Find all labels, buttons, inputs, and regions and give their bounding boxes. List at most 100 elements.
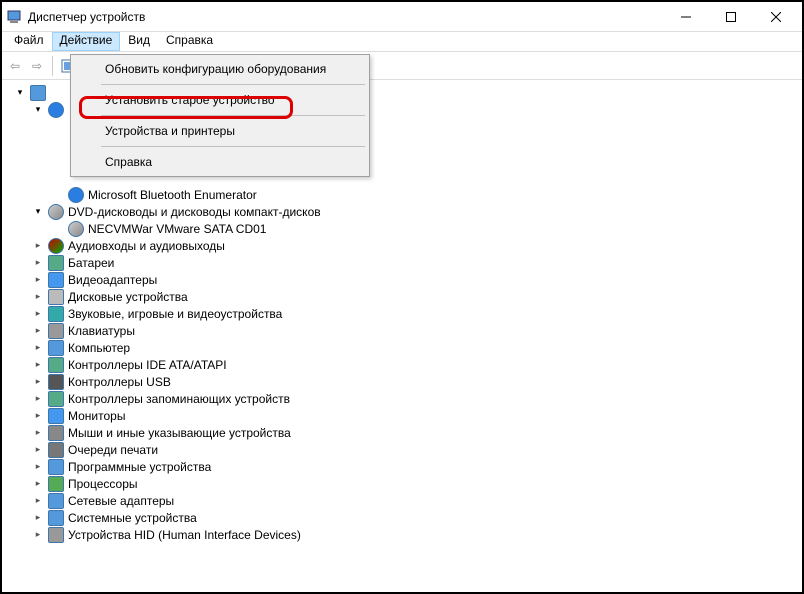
tree-label: NECVMWar VMware SATA CD01: [88, 222, 266, 236]
tree-node-computer[interactable]: ▸ Компьютер: [10, 339, 794, 356]
tree-label: Программные устройства: [68, 460, 211, 474]
menu-action[interactable]: Действие: [52, 32, 121, 51]
chevron-right-icon[interactable]: ▸: [32, 410, 44, 422]
dvd-icon: [68, 221, 84, 237]
chevron-right-icon[interactable]: ▸: [32, 529, 44, 541]
tree-node-storage[interactable]: ▸ Контроллеры запоминающих устройств: [10, 390, 794, 407]
window-controls: [663, 2, 798, 32]
tree-node-keyboard[interactable]: ▸ Клавиатуры: [10, 322, 794, 339]
monitor-icon: [48, 408, 64, 424]
tree-node-sound[interactable]: ▸ Звуковые, игровые и видеоустройства: [10, 305, 794, 322]
chevron-right-icon[interactable]: ▸: [32, 325, 44, 337]
battery-icon: [48, 255, 64, 271]
dd-devices-printers[interactable]: Устройства и принтеры: [71, 119, 369, 143]
tree-label: Мониторы: [68, 409, 125, 423]
maximize-button[interactable]: [708, 2, 753, 32]
audio-icon: [48, 238, 64, 254]
tree-label: Контроллеры запоминающих устройств: [68, 392, 290, 406]
dropdown-separator: [101, 115, 365, 116]
tree-item-dvd-child[interactable]: NECVMWar VMware SATA CD01: [10, 220, 794, 237]
tree-label: Устройства HID (Human Interface Devices): [68, 528, 301, 542]
dd-install-legacy[interactable]: Установить старое устройство: [71, 88, 369, 112]
minimize-button[interactable]: [663, 2, 708, 32]
chevron-right-icon[interactable]: ▸: [32, 478, 44, 490]
tree-label: Звуковые, игровые и видеоустройства: [68, 307, 282, 321]
tree-label: Системные устройства: [68, 511, 197, 525]
chevron-right-icon[interactable]: ▸: [32, 461, 44, 473]
tree-label: Контроллеры USB: [68, 375, 171, 389]
tree-label: Дисковые устройства: [68, 290, 188, 304]
tree-node-monitor[interactable]: ▸ Мониторы: [10, 407, 794, 424]
tree-label: Сетевые адаптеры: [68, 494, 174, 508]
software-icon: [48, 459, 64, 475]
chevron-right-icon[interactable]: ▸: [32, 257, 44, 269]
chevron-right-icon[interactable]: ▸: [32, 359, 44, 371]
device-manager-icon: [6, 9, 22, 25]
chevron-right-icon[interactable]: ▸: [32, 495, 44, 507]
chevron-right-icon[interactable]: ▸: [32, 444, 44, 456]
dropdown-separator: [101, 84, 365, 85]
bluetooth-icon: [68, 187, 84, 203]
network-icon: [48, 493, 64, 509]
cpu-icon: [48, 476, 64, 492]
tree-node-mouse[interactable]: ▸ Мыши и иные указывающие устройства: [10, 424, 794, 441]
tree-node-video[interactable]: ▸ Видеоадаптеры: [10, 271, 794, 288]
tree-node-print[interactable]: ▸ Очереди печати: [10, 441, 794, 458]
tree-label: Компьютер: [68, 341, 130, 355]
dvd-icon: [48, 204, 64, 220]
close-button[interactable]: [753, 2, 798, 32]
usb-icon: [48, 374, 64, 390]
menu-file[interactable]: Файл: [6, 32, 52, 51]
action-dropdown: Обновить конфигурацию оборудования Устан…: [70, 54, 370, 177]
storage-icon: [48, 391, 64, 407]
tree-node-battery[interactable]: ▸ Батареи: [10, 254, 794, 271]
menu-help[interactable]: Справка: [158, 32, 221, 51]
tree-label: Клавиатуры: [68, 324, 135, 338]
chevron-right-icon[interactable]: ▸: [32, 342, 44, 354]
menu-view[interactable]: Вид: [120, 32, 158, 51]
tree-node-hid[interactable]: ▸ Устройства HID (Human Interface Device…: [10, 526, 794, 543]
sound-icon: [48, 306, 64, 322]
tree-node-disks[interactable]: ▸ Дисковые устройства: [10, 288, 794, 305]
tree-label: Мыши и иные указывающие устройства: [68, 426, 291, 440]
hid-icon: [48, 527, 64, 543]
chevron-right-icon[interactable]: ▸: [32, 512, 44, 524]
tree-item-bt-enum[interactable]: Microsoft Bluetooth Enumerator: [10, 186, 794, 203]
chevron-right-icon[interactable]: ▸: [32, 308, 44, 320]
chevron-right-icon[interactable]: ▸: [32, 393, 44, 405]
disk-icon: [48, 289, 64, 305]
titlebar: Диспетчер устройств: [2, 2, 802, 32]
tree-node-software[interactable]: ▸ Программные устройства: [10, 458, 794, 475]
chevron-down-icon[interactable]: ▾: [14, 87, 26, 99]
chevron-down-icon[interactable]: ▾: [32, 206, 44, 218]
tree-node-usb[interactable]: ▸ Контроллеры USB: [10, 373, 794, 390]
tree-node-system[interactable]: ▸ Системные устройства: [10, 509, 794, 526]
chevron-right-icon[interactable]: ▸: [32, 427, 44, 439]
dd-help[interactable]: Справка: [71, 150, 369, 174]
tree-node-audio[interactable]: ▸ Аудиовходы и аудиовыходы: [10, 237, 794, 254]
tree-node-cpu[interactable]: ▸ Процессоры: [10, 475, 794, 492]
tree-node-network[interactable]: ▸ Сетевые адаптеры: [10, 492, 794, 509]
chevron-right-icon[interactable]: ▸: [32, 376, 44, 388]
back-icon[interactable]: ⇦: [6, 57, 24, 75]
dd-refresh-hardware[interactable]: Обновить конфигурацию оборудования: [71, 57, 369, 81]
forward-icon[interactable]: ⇨: [28, 57, 46, 75]
toolbar-divider: [52, 56, 53, 76]
printer-icon: [48, 442, 64, 458]
tree-label: Процессоры: [68, 477, 138, 491]
chevron-right-icon[interactable]: ▸: [32, 274, 44, 286]
mouse-icon: [48, 425, 64, 441]
bluetooth-icon: [48, 102, 64, 118]
tree-node-ide[interactable]: ▸ Контроллеры IDE ATA/ATAPI: [10, 356, 794, 373]
tree-label: Аудиовходы и аудиовыходы: [68, 239, 225, 253]
system-icon: [48, 510, 64, 526]
tree-node-dvd[interactable]: ▾ DVD-дисководы и дисководы компакт-диск…: [10, 203, 794, 220]
chevron-right-icon[interactable]: ▸: [32, 291, 44, 303]
chevron-down-icon[interactable]: ▾: [32, 104, 44, 116]
keyboard-icon: [48, 323, 64, 339]
tree-label: Контроллеры IDE ATA/ATAPI: [68, 358, 227, 372]
dropdown-separator: [101, 146, 365, 147]
menubar: Файл Действие Вид Справка: [2, 32, 802, 52]
ide-icon: [48, 357, 64, 373]
chevron-right-icon[interactable]: ▸: [32, 240, 44, 252]
